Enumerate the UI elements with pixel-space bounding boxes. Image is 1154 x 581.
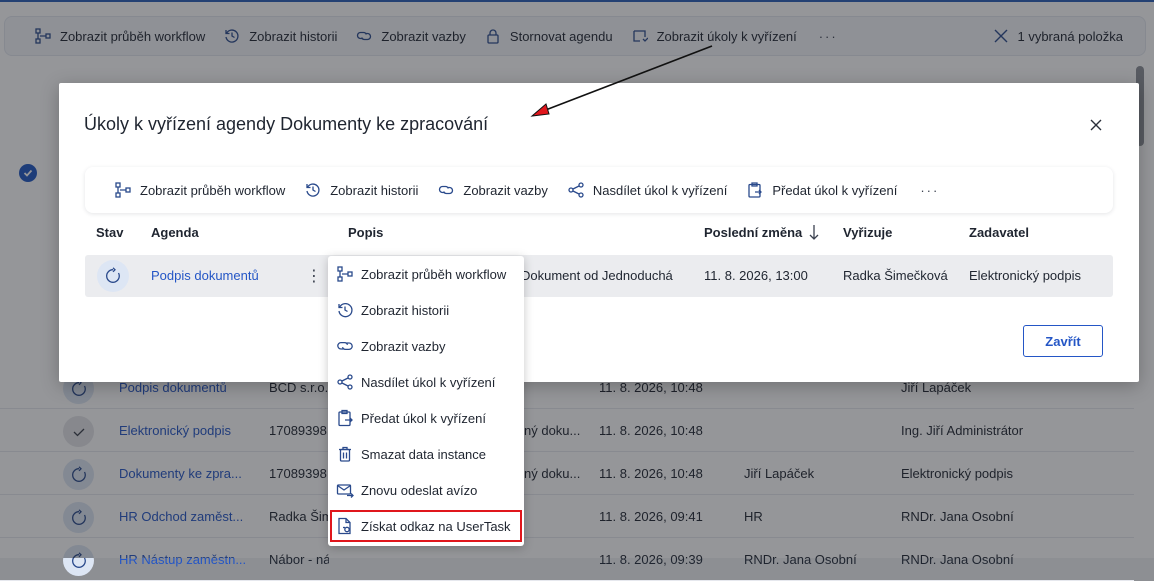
date-cell: 11. 8. 2026, 13:00 [704,268,808,283]
menu-item-label: Zobrazit historii [361,302,450,318]
column-status[interactable]: Stav [96,225,123,240]
menu-item-label: Smazat data instance [361,446,487,462]
column-assignee[interactable]: Vyřizuje [843,225,892,240]
agenda-link[interactable]: Podpis dokumentů [151,268,259,283]
menu-item-handover-task[interactable]: Předat úkol k vyřízení [328,400,524,436]
history-icon [306,183,320,197]
table-header: Stav Agenda Popis Poslední změna Vyřizuj… [85,223,1113,253]
row-actions-icon[interactable]: ⋮ [306,266,322,286]
row-context-menu: Zobrazit průběh workflow Zobrazit histor… [328,256,524,546]
handover-icon [338,409,353,427]
description-cell: Dokument od Jednoduchá [521,268,673,283]
menu-item-label: Předat úkol k vyřízení [361,410,486,426]
menu-item-label: Získat odkaz na UserTask [361,518,511,534]
show-history-button[interactable]: Zobrazit historii [305,182,418,198]
link-icon [439,185,454,195]
column-description[interactable]: Popis [348,225,383,240]
share-task-button[interactable]: Nasdílet úkol k vyřízení [568,182,727,198]
menu-item-label: Zobrazit vazby [361,338,446,354]
show-links-button[interactable]: Zobrazit vazby [438,182,548,198]
table-row[interactable]: Podpis dokumentů ⋮ Dokument od Jednoduch… [85,255,1113,297]
requester-cell: Elektronický podpis [969,268,1081,283]
menu-item-get-usertask-link[interactable]: Získat odkaz na UserTask [330,510,522,542]
menu-item-label: Zobrazit průběh workflow [361,266,507,282]
show-history-label: Zobrazit historii [330,182,419,198]
in-progress-icon [97,260,129,292]
menu-item-share-task[interactable]: Nasdílet úkol k vyřízení [328,364,524,400]
history-icon [338,303,353,318]
trash-icon [339,446,351,462]
document-link-icon [338,517,351,535]
toolbar-more-button[interactable]: ··· [920,183,939,198]
close-icon[interactable] [1087,116,1105,134]
menu-item-show-workflow[interactable]: Zobrazit průběh workflow [328,256,524,292]
handover-task-label: Předat úkol k vyřízení [772,182,898,198]
show-workflow-label: Zobrazit průběh workflow [140,182,286,198]
menu-item-resend-notice[interactable]: Znovu odeslat avízo [328,472,524,508]
column-last-change[interactable]: Poslední změna [704,225,802,240]
column-agenda[interactable]: Agenda [151,225,199,240]
menu-item-label: Znovu odeslat avízo [361,482,478,498]
menu-item-label: Nasdílet úkol k vyřízení [361,374,496,390]
show-workflow-button[interactable]: Zobrazit průběh workflow [115,182,285,198]
menu-item-delete-instance-data[interactable]: Smazat data instance [328,436,524,472]
assignee-cell: Radka Šimečková [843,268,948,283]
share-task-label: Nasdílet úkol k vyřízení [592,182,728,198]
mail-resend-icon [336,484,354,498]
handover-task-button[interactable]: Předat úkol k vyřízení [747,182,897,198]
tasks-dialog: Úkoly k vyřízení agendy Dokumenty ke zpr… [59,83,1139,382]
column-requester[interactable]: Zadavatel [969,225,1029,240]
link-icon [337,341,353,351]
show-links-label: Zobrazit vazby [463,182,548,198]
workflow-icon [337,266,353,282]
dialog-toolbar: Zobrazit průběh workflow Zobrazit histor… [85,167,1113,213]
dialog-title: Úkoly k vyřízení agendy Dokumenty ke zpr… [84,114,489,134]
close-button[interactable]: Zavřít [1023,325,1103,357]
share-icon [568,182,584,198]
menu-item-show-history[interactable]: Zobrazit historii [328,292,524,328]
menu-item-show-links[interactable]: Zobrazit vazby [328,328,524,364]
workflow-icon [115,182,131,198]
share-icon [337,374,353,390]
handover-icon [748,182,763,198]
sort-down-icon[interactable] [808,223,820,241]
